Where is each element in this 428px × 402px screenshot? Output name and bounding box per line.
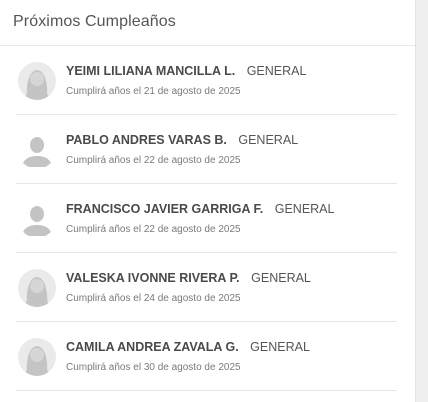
birthday-date: Cumplirá años el 22 de agosto de 2025 — [66, 224, 241, 235]
list-item[interactable]: FRANCISCO JAVIER GARRIGA F. GENERAL Cump… — [16, 184, 397, 253]
person-name: PABLO ANDRES VARAS B. — [66, 133, 227, 147]
birthday-date: Cumplirá años el 24 de agosto de 2025 — [66, 293, 241, 304]
panel-header: Próximos Cumpleaños — [0, 0, 415, 46]
name-line: FRANCISCO JAVIER GARRIGA F. GENERAL — [66, 202, 334, 216]
list-item[interactable]: PABLO ANDRES VARAS B. GENERAL Cumplirá a… — [16, 115, 397, 184]
birthday-date: Cumplirá años el 21 de agosto de 2025 — [66, 86, 241, 97]
female-avatar-icon — [18, 62, 56, 100]
male-avatar-icon — [18, 131, 56, 169]
person-group: GENERAL — [238, 133, 299, 147]
person-group: GENERAL — [274, 202, 335, 216]
person-group: GENERAL — [251, 271, 311, 285]
list-item[interactable]: YEIMI LILIANA MANCILLA L. GENERAL Cumpli… — [16, 46, 397, 115]
person-name: FRANCISCO JAVIER GARRIGA F. — [66, 202, 264, 216]
list-item[interactable]: VALESKA IVONNE RIVERA P. GENERAL Cumplir… — [16, 253, 397, 322]
name-line: VALESKA IVONNE RIVERA P. GENERAL — [66, 271, 311, 285]
birthday-date: Cumplirá años el 22 de agosto de 2025 — [66, 155, 241, 166]
person-name: YEIMI LILIANA MANCILLA L. — [66, 64, 236, 78]
person-name: VALESKA IVONNE RIVERA P. — [66, 271, 240, 285]
list-item[interactable]: CAMILA ANDREA ZAVALA G. GENERAL Cumplirá… — [16, 322, 397, 391]
birthdays-panel: Próximos Cumpleaños YEIMI LILIANA MANCIL… — [0, 0, 416, 402]
person-group: GENERAL — [250, 340, 310, 354]
panel-title: Próximos Cumpleaños — [13, 13, 176, 30]
name-line: CAMILA ANDREA ZAVALA G. GENERAL — [66, 340, 310, 354]
male-avatar-icon — [18, 200, 56, 238]
person-name: CAMILA ANDREA ZAVALA G. — [66, 340, 239, 354]
birthday-list: YEIMI LILIANA MANCILLA L. GENERAL Cumpli… — [0, 46, 415, 391]
female-avatar-icon — [18, 269, 56, 307]
person-group: GENERAL — [246, 64, 307, 78]
name-line: PABLO ANDRES VARAS B. GENERAL — [66, 133, 298, 147]
birthday-date: Cumplirá años el 30 de agosto de 2025 — [66, 362, 241, 373]
name-line: YEIMI LILIANA MANCILLA L. GENERAL — [66, 64, 306, 78]
female-avatar-icon — [18, 338, 56, 376]
